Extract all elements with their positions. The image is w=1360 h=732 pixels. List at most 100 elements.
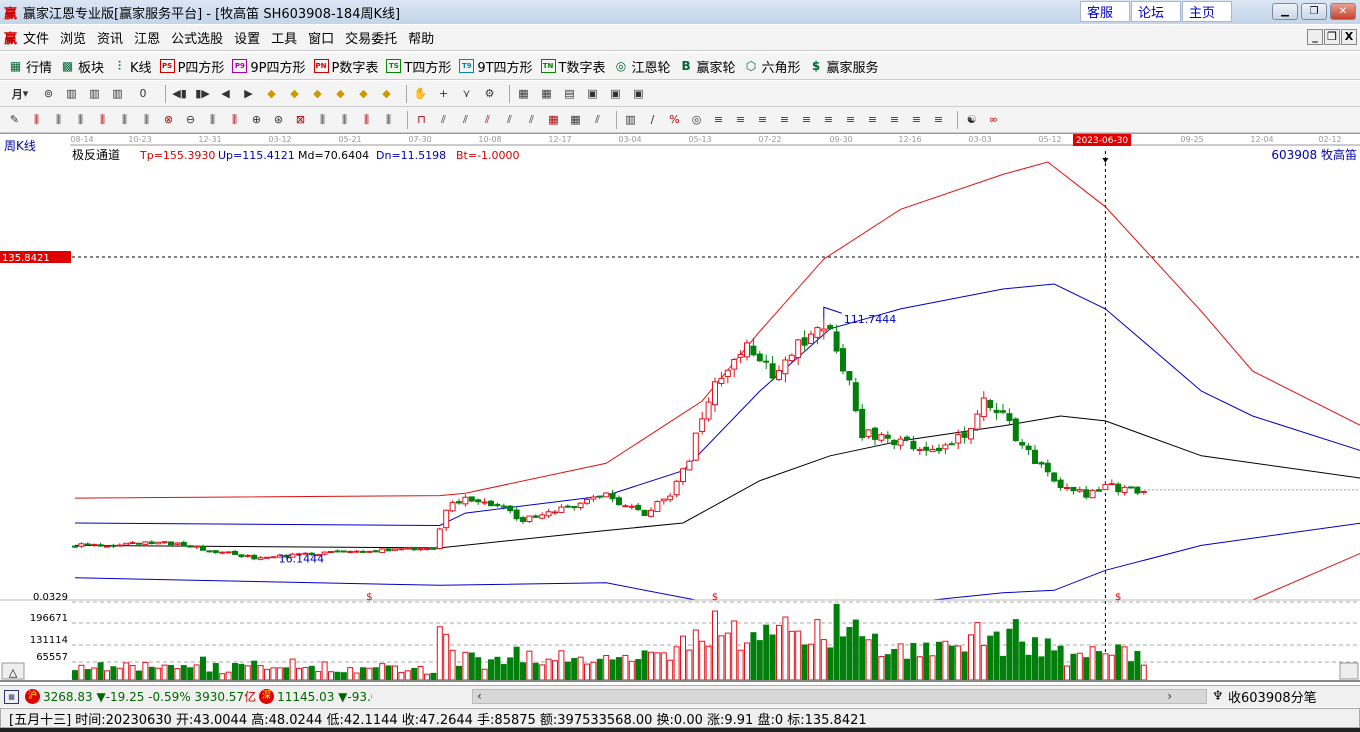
chart-tool-icon-27[interactable]: ▣ xyxy=(630,85,647,102)
drawing-tool-icon-4[interactable]: ⫼ xyxy=(94,111,111,128)
drawing-tool-icon-34[interactable]: ≡ xyxy=(732,111,749,128)
drawing-tool-icon-45[interactable]: ☯ xyxy=(963,111,980,128)
chart-tool-icon-4[interactable]: 0 xyxy=(132,85,154,102)
drawing-tool-icon-29[interactable]: ▥ xyxy=(622,111,639,128)
chart-tool-icon-2[interactable]: ▥ xyxy=(86,85,103,102)
menu-trade[interactable]: 交易委托 xyxy=(345,28,397,47)
drawing-tool-icon-36[interactable]: ≡ xyxy=(776,111,793,128)
chart-tool-icon-11[interactable]: ◆ xyxy=(286,85,303,102)
toolbar-button-4[interactable]: P9 9P四方形 xyxy=(232,57,306,76)
chart-canvas[interactable]: 08-14 10-23 12-31 03-12 05-21 07-30 10-08 12-17… xyxy=(0,133,1360,683)
toolbar-button-8[interactable]: TN T数字表 xyxy=(540,57,606,76)
scroll-left-icon[interactable]: ‹ xyxy=(477,689,482,703)
drawing-tool-icon-17[interactable]: ⫼ xyxy=(380,111,397,128)
chart-tool-icon-23[interactable]: ▦ xyxy=(538,85,555,102)
drawing-tool-icon-12[interactable]: ⊛ xyxy=(270,111,287,128)
menu-browse[interactable]: 浏览 xyxy=(60,28,86,47)
chart-tool-icon-15[interactable]: ◆ xyxy=(378,85,395,102)
drawing-tool-icon-0[interactable]: ✎ xyxy=(6,111,23,128)
ticker-scrollbar[interactable]: ‹ › xyxy=(472,689,1207,704)
chart-tool-icon-20[interactable]: ⚙ xyxy=(481,85,498,102)
drawing-tool-icon-38[interactable]: ≡ xyxy=(820,111,837,128)
drawing-tool-icon-24[interactable]: ⫽ xyxy=(523,111,540,128)
chart-tool-icon-12[interactable]: ◆ xyxy=(309,85,326,102)
toolbar-button-2[interactable]: ⫶ K线 xyxy=(112,57,152,76)
drawing-tool-icon-7[interactable]: ⊗ xyxy=(160,111,177,128)
chart-tool-icon-8[interactable]: ◀ xyxy=(217,85,234,102)
mdi-minimize-button[interactable]: _ xyxy=(1307,29,1323,45)
close-button[interactable]: ✕ xyxy=(1330,3,1356,20)
shanghai-index[interactable]: 3268.83 ▼-19.25 -0.59% 3930.57 xyxy=(43,690,244,704)
drawing-tool-icon-16[interactable]: ⫼ xyxy=(358,111,375,128)
drawing-tool-icon-22[interactable]: ⫽ xyxy=(479,111,496,128)
toolbar-button-12[interactable]: $ 赢家服务 xyxy=(809,57,879,76)
chart-tool-icon-19[interactable]: ⋎ xyxy=(458,85,475,102)
mdi-close-button[interactable]: X xyxy=(1341,29,1357,45)
drawing-tool-icon-30[interactable]: ∕ xyxy=(644,111,661,128)
drawing-tool-icon-26[interactable]: ▦ xyxy=(567,111,584,128)
drawing-tool-icon-15[interactable]: ⫼ xyxy=(336,111,353,128)
kline-chart[interactable]: 08-14 10-23 12-31 03-12 05-21 07-30 10-08 12-17… xyxy=(0,133,1360,683)
drawing-tool-icon-46[interactable]: ∞ xyxy=(985,111,1002,128)
pane-toggle-right-button[interactable] xyxy=(1339,662,1359,680)
table-icon[interactable]: ▦ xyxy=(4,689,19,704)
chart-tool-icon-25[interactable]: ▣ xyxy=(584,85,601,102)
toolbar-button-3[interactable]: PS P四方形 xyxy=(159,57,224,76)
chart-tool-icon-24[interactable]: ▤ xyxy=(561,85,578,102)
drawing-tool-icon-25[interactable]: ▦ xyxy=(545,111,562,128)
link-home[interactable]: 主页 xyxy=(1182,1,1232,22)
chart-tool-icon-6[interactable]: ◀▮ xyxy=(171,85,188,102)
chart-tool-icon-22[interactable]: ▦ xyxy=(515,85,532,102)
chart-tool-icon-9[interactable]: ▶ xyxy=(240,85,257,102)
drawing-tool-icon-31[interactable]: % xyxy=(666,111,683,128)
drawing-tool-icon-6[interactable]: ⫼ xyxy=(138,111,155,128)
mdi-restore-button[interactable]: ❐ xyxy=(1324,29,1340,45)
drawing-tool-icon-19[interactable]: ⊓ xyxy=(413,111,430,128)
menu-formula[interactable]: 公式选股 xyxy=(171,28,223,47)
chart-tool-icon-10[interactable]: ◆ xyxy=(263,85,280,102)
drawing-tool-icon-13[interactable]: ⊠ xyxy=(292,111,309,128)
drawing-tool-icon-5[interactable]: ⫼ xyxy=(116,111,133,128)
link-service[interactable]: 客服 xyxy=(1080,1,1130,22)
drawing-tool-icon-41[interactable]: ≡ xyxy=(886,111,903,128)
drawing-tool-icon-20[interactable]: ⫽ xyxy=(435,111,452,128)
minimize-button[interactable]: ▁ xyxy=(1272,3,1298,20)
menu-news[interactable]: 资讯 xyxy=(97,28,123,47)
chart-tool-icon-0[interactable]: ⊚ xyxy=(40,85,57,102)
toolbar-button-10[interactable]: B 赢家轮 xyxy=(679,57,735,76)
chart-tool-icon-13[interactable]: ◆ xyxy=(332,85,349,102)
drawing-tool-icon-9[interactable]: ⫼ xyxy=(204,111,221,128)
chart-tool-icon-14[interactable]: ◆ xyxy=(355,85,372,102)
chart-tool-icon-1[interactable]: ▥ xyxy=(63,85,80,102)
drawing-tool-icon-1[interactable]: ⫼ xyxy=(28,111,45,128)
tick-data-label[interactable]: 收603908分笔 xyxy=(1228,687,1317,706)
drawing-tool-icon-2[interactable]: ⫼ xyxy=(50,111,67,128)
drawing-tool-icon-14[interactable]: ⫼ xyxy=(314,111,331,128)
toolbar-button-11[interactable]: ⬡ 六角形 xyxy=(744,57,801,76)
chart-tool-icon-26[interactable]: ▣ xyxy=(607,85,624,102)
drawing-tool-icon-11[interactable]: ⊕ xyxy=(248,111,265,128)
chart-tool-icon-18[interactable]: + xyxy=(435,85,452,102)
toolbar-button-6[interactable]: TS T四方形 xyxy=(386,57,451,76)
toolbar-button-5[interactable]: PN P数字表 xyxy=(313,57,378,76)
menu-help[interactable]: 帮助 xyxy=(408,28,434,47)
toolbar-button-9[interactable]: ◎ 江恩轮 xyxy=(614,57,671,76)
restore-button[interactable]: ❐ xyxy=(1301,3,1327,20)
toolbar-button-7[interactable]: T9 9T四方形 xyxy=(459,57,533,76)
drawing-tool-icon-35[interactable]: ≡ xyxy=(754,111,771,128)
drawing-tool-icon-3[interactable]: ⫼ xyxy=(72,111,89,128)
link-forum[interactable]: 论坛 xyxy=(1131,1,1181,22)
menu-gann[interactable]: 江恩 xyxy=(134,28,160,47)
toolbar-button-1[interactable]: ▩ 板块 xyxy=(60,57,104,76)
drawing-tool-icon-43[interactable]: ≡ xyxy=(930,111,947,128)
drawing-tool-icon-42[interactable]: ≡ xyxy=(908,111,925,128)
drawing-tool-icon-8[interactable]: ⊖ xyxy=(182,111,199,128)
menu-file[interactable]: 文件 xyxy=(23,28,49,47)
drawing-tool-icon-40[interactable]: ≡ xyxy=(864,111,881,128)
chart-tool-icon-3[interactable]: ▥ xyxy=(109,85,126,102)
drawing-tool-icon-32[interactable]: ◎ xyxy=(688,111,705,128)
toolbar-button-0[interactable]: ▦ 行情 xyxy=(8,57,52,76)
chart-tool-icon-7[interactable]: ▮▶ xyxy=(194,85,211,102)
drawing-tool-icon-23[interactable]: ⫽ xyxy=(501,111,518,128)
drawing-tool-icon-33[interactable]: ≡ xyxy=(710,111,727,128)
